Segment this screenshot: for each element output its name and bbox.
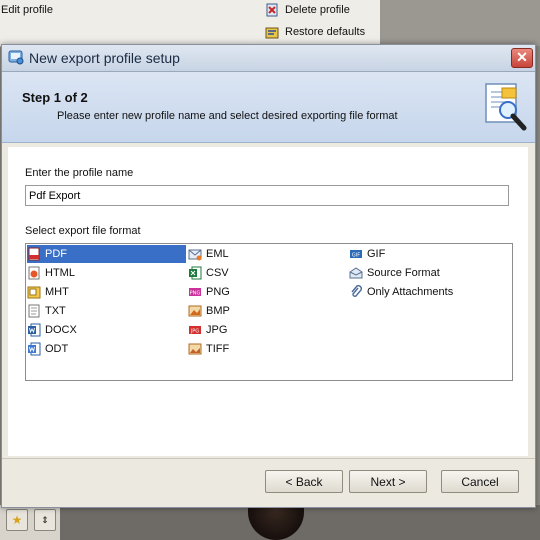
format-label-tiff: TIFF [206, 343, 230, 355]
wizard-header: Step 1 of 2 Please enter new profile nam… [2, 72, 535, 143]
format-label-pdf: PDF [45, 248, 67, 260]
next-button[interactable]: Next > [349, 470, 427, 493]
delete-icon [265, 3, 279, 17]
format-item-docx[interactable]: DOCX [27, 321, 186, 339]
mht-icon [27, 285, 41, 299]
attachment-icon [349, 285, 363, 299]
format-item-mht[interactable]: MHT [27, 283, 186, 301]
format-item-bmp[interactable]: BMP [188, 302, 347, 320]
sort-button[interactable]: ⇕ [34, 509, 56, 531]
gif-icon: GIF [349, 247, 363, 261]
restore-defaults-label: Restore defaults [285, 26, 366, 38]
sort-icon: ⇕ [41, 514, 49, 525]
format-item-html[interactable]: HTML [27, 264, 186, 282]
format-label-csv: CSV [206, 267, 229, 279]
restore-defaults-menu-item[interactable]: Restore defaults [265, 25, 365, 39]
format-item-jpg[interactable]: JPG JPG [188, 321, 347, 339]
edit-profile-menu-item[interactable]: Edit profile [1, 4, 53, 16]
svg-text:GIF: GIF [352, 253, 360, 259]
format-item-eml[interactable]: EML [188, 245, 347, 263]
document-magnifier-icon [482, 80, 530, 132]
format-item-source-format[interactable]: Source Format [349, 264, 509, 282]
format-item-only-attachments[interactable]: Only Attachments [349, 283, 509, 301]
format-item-txt[interactable]: TXT [27, 302, 186, 320]
profile-name-label: Enter the profile name [25, 167, 134, 179]
format-item-pdf[interactable]: PDF [27, 245, 186, 263]
format-label-only-attachments: Only Attachments [367, 286, 454, 298]
dialog-title: New export profile setup [29, 50, 180, 66]
profile-name-input[interactable] [25, 185, 509, 206]
format-label-eml: EML [206, 248, 229, 260]
star-icon: ★ [11, 513, 23, 527]
png-icon: PNG [188, 285, 202, 299]
txt-icon [27, 304, 41, 318]
format-label-mht: MHT [45, 286, 69, 298]
svg-text:PNG: PNG [190, 291, 201, 297]
format-label-png: PNG [206, 286, 230, 298]
format-item-png[interactable]: PNG PNG [188, 283, 347, 301]
format-label-odt: ODT [45, 343, 69, 355]
html-icon [27, 266, 41, 280]
favorite-button[interactable]: ★ [6, 509, 28, 531]
eml-icon [188, 247, 202, 261]
delete-profile-label: Delete profile [285, 4, 350, 16]
svg-text:JPG: JPG [190, 329, 199, 335]
wizard-content: Enter the profile name Select export fil… [8, 147, 528, 456]
footer-divider [2, 458, 535, 459]
source-format-icon [349, 266, 363, 280]
format-label: Select export file format [25, 225, 141, 237]
dialog-titlebar[interactable]: New export profile setup ✕ [2, 45, 535, 72]
delete-profile-menu-item[interactable]: Delete profile [265, 3, 350, 17]
format-item-csv[interactable]: CSV [188, 264, 347, 282]
docx-icon [27, 323, 41, 337]
export-profile-dialog: New export profile setup ✕ Step 1 of 2 P… [1, 44, 536, 508]
cancel-button[interactable]: Cancel [441, 470, 519, 493]
close-button[interactable]: ✕ [511, 48, 533, 68]
close-icon: ✕ [516, 49, 528, 65]
odt-icon [27, 342, 41, 356]
format-label-jpg: JPG [206, 324, 228, 336]
format-label-source-format: Source Format [367, 267, 440, 279]
step-title: Step 1 of 2 [22, 90, 88, 105]
format-item-odt[interactable]: ODT [27, 340, 186, 358]
step-description: Please enter new profile name and select… [57, 110, 398, 122]
background-right-area [380, 0, 540, 46]
back-button[interactable]: < Back [265, 470, 343, 493]
bmp-icon [188, 304, 202, 318]
format-item-tiff[interactable]: TIFF [188, 340, 347, 358]
format-list[interactable]: PDF HTML MHT TXT DOCX ODT EML CSV PNG PN… [25, 243, 513, 381]
restore-icon [265, 25, 279, 39]
format-label-docx: DOCX [45, 324, 77, 336]
tiff-icon [188, 342, 202, 356]
format-label-txt: TXT [45, 305, 66, 317]
pdf-icon [27, 247, 41, 261]
format-label-gif: GIF [367, 248, 386, 260]
csv-icon [188, 266, 202, 280]
format-label-bmp: BMP [206, 305, 230, 317]
export-wizard-icon [8, 49, 24, 65]
format-label-html: HTML [45, 267, 75, 279]
edit-profile-label: Edit profile [1, 4, 53, 16]
format-item-gif[interactable]: GIF GIF [349, 245, 509, 263]
jpg-icon: JPG [188, 323, 202, 337]
